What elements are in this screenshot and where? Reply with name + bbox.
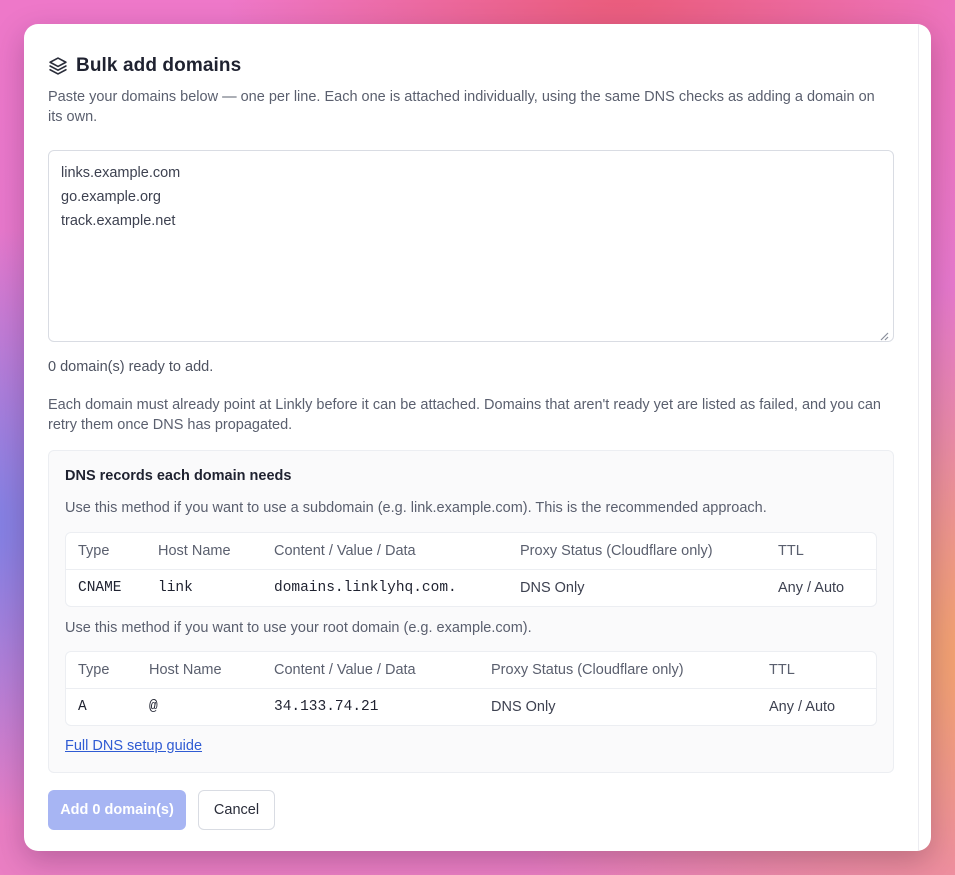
layers-icon — [48, 56, 68, 76]
column-header-ttl: TTL — [769, 662, 795, 678]
record-host: @ — [149, 699, 158, 715]
table-header-row: Type Host Name Content / Value / Data Pr… — [66, 533, 876, 570]
record-type: A — [78, 699, 87, 715]
add-domains-button[interactable]: Add 0 domain(s) — [48, 790, 186, 830]
resize-handle-icon[interactable] — [879, 328, 889, 346]
table-row: CNAME link domains.linklyhq.com. DNS Onl… — [66, 570, 876, 607]
record-content: domains.linklyhq.com. — [274, 580, 457, 596]
ready-count-text: 0 domain(s) ready to add. — [48, 359, 214, 375]
column-header-type: Type — [78, 662, 110, 678]
dns-setup-guide-link[interactable]: Full DNS setup guide — [65, 738, 202, 754]
record-host: link — [158, 580, 193, 596]
column-header-type: Type — [78, 543, 110, 559]
dialog-header: Bulk add domains — [48, 55, 241, 77]
record-proxy-status: DNS Only — [520, 580, 585, 596]
column-header-host: Host Name — [149, 662, 222, 678]
record-type: CNAME — [78, 580, 122, 596]
dialog-subtitle: Paste your domains below — one per line.… — [48, 89, 875, 125]
record-proxy-status: DNS Only — [491, 699, 556, 715]
dns-records-title: DNS records each domain needs — [65, 468, 292, 484]
table-row: A @ 34.133.74.21 DNS Only Any / Auto — [66, 689, 876, 726]
record-ttl: Any / Auto — [769, 699, 836, 715]
dialog-title: Bulk add domains — [76, 55, 242, 76]
column-header-proxy: Proxy Status (Cloudflare only) — [520, 543, 713, 559]
dns-requirement-note: Each domain must already point at Linkly… — [48, 397, 881, 433]
scrollbar-track[interactable] — [918, 24, 919, 851]
dns-records-panel: DNS records each domain needs Use this m… — [48, 450, 894, 773]
a-record-table: Type Host Name Content / Value / Data Pr… — [65, 651, 877, 726]
column-header-proxy: Proxy Status (Cloudflare only) — [491, 662, 684, 678]
column-header-host: Host Name — [158, 543, 231, 559]
column-header-content: Content / Value / Data — [274, 543, 416, 559]
cname-record-table: Type Host Name Content / Value / Data Pr… — [65, 532, 877, 607]
subdomain-method-text: Use this method if you want to use a sub… — [65, 500, 767, 516]
column-header-content: Content / Value / Data — [274, 662, 416, 678]
record-ttl: Any / Auto — [778, 580, 845, 596]
root-method-text: Use this method if you want to use your … — [65, 620, 532, 636]
cancel-button[interactable]: Cancel — [198, 790, 275, 830]
column-header-ttl: TTL — [778, 543, 804, 559]
table-header-row: Type Host Name Content / Value / Data Pr… — [66, 652, 876, 689]
bulk-add-domains-dialog: Bulk add domains Paste your domains belo… — [24, 24, 931, 851]
record-content: 34.133.74.21 — [274, 699, 379, 715]
domains-textarea[interactable] — [48, 150, 894, 342]
